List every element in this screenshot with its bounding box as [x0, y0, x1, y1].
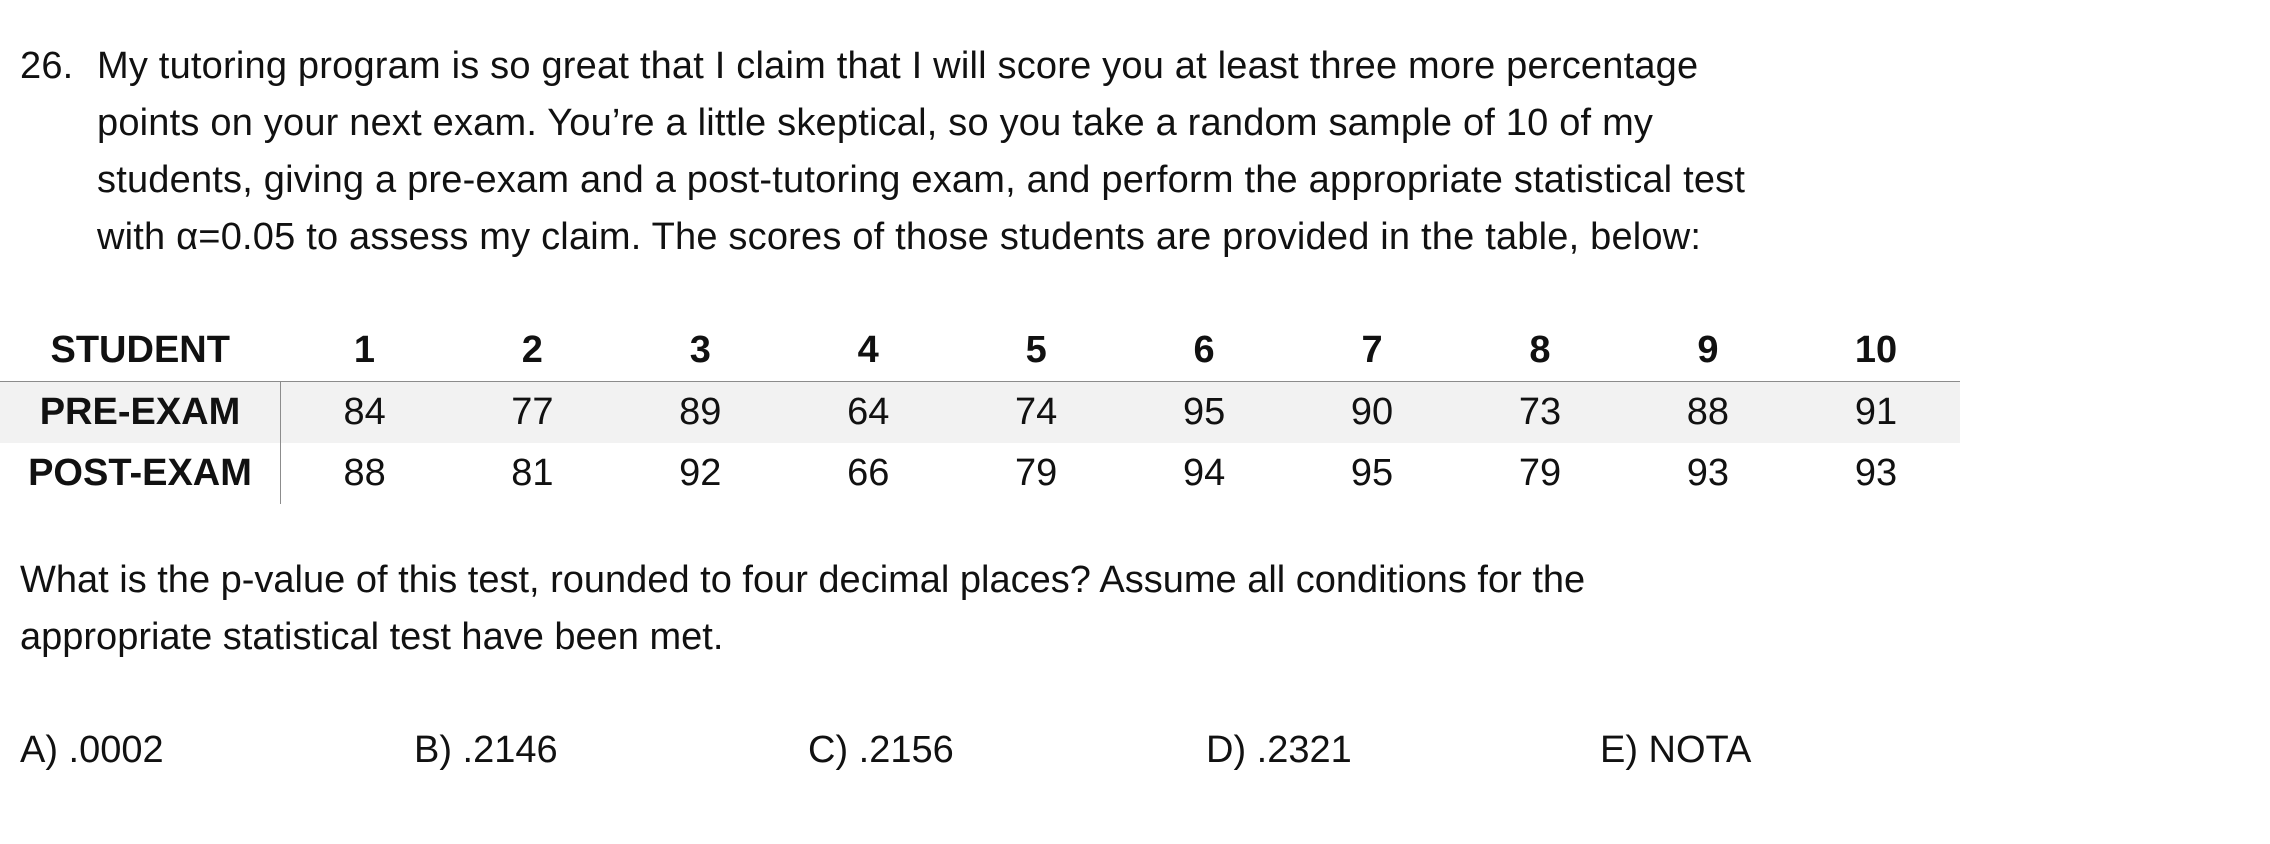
post-exam-score: 95 — [1350, 452, 1394, 494]
prompt-line: appropriate statistical test have been m… — [20, 616, 724, 658]
pre-exam-score: 84 — [343, 391, 386, 433]
post-exam-score: 79 — [1015, 452, 1058, 494]
answer-choice-d: D) .2321 — [1206, 729, 1352, 771]
answer-choice-a: A) .0002 — [20, 729, 164, 771]
post-exam-score: 81 — [511, 452, 554, 494]
answer-choice-c: C) .2156 — [808, 729, 954, 771]
post-exam-label: POST-EXAM — [0, 443, 281, 504]
post-exam-score: 92 — [679, 452, 722, 494]
student-number: 10 — [1854, 329, 1898, 371]
pre-exam-score: 90 — [1350, 391, 1394, 433]
student-header: STUDENT — [50, 329, 230, 371]
student-number: 9 — [1697, 329, 1719, 371]
table-row: PRE-EXAM 84 77 89 64 74 95 90 73 88 91 — [0, 381, 1960, 443]
pre-exam-score: 73 — [1518, 391, 1562, 433]
question-text-line: students, giving a pre-exam and a post-t… — [97, 159, 1746, 201]
student-number: 1 — [353, 329, 375, 371]
student-number: 7 — [1361, 329, 1383, 371]
question-text-line: with α=0.05 to assess my claim. The scor… — [97, 216, 1702, 258]
table-row: POST-EXAM 88 81 92 66 79 94 95 79 93 93 — [0, 443, 1960, 504]
pre-exam-label: PRE-EXAM — [0, 381, 281, 443]
question-prompt: What is the p-value of this test, rounde… — [20, 552, 1980, 666]
pre-exam-score: 91 — [1854, 391, 1898, 433]
pre-exam-score: 95 — [1182, 391, 1226, 433]
question-number: 26. — [20, 45, 74, 87]
table-header-row: STUDENT 1 2 3 4 5 6 7 8 9 10 — [0, 320, 1960, 382]
scores-table: STUDENT 1 2 3 4 5 6 7 8 9 10 PRE-EXAM 84… — [0, 320, 1960, 504]
post-exam-score: 88 — [343, 452, 386, 494]
pre-exam-score: 77 — [511, 391, 554, 433]
student-number: 4 — [857, 329, 879, 371]
pre-exam-score: 88 — [1686, 391, 1730, 433]
student-number: 6 — [1193, 329, 1215, 371]
student-number: 5 — [1025, 329, 1047, 371]
post-exam-score: 79 — [1518, 452, 1562, 494]
pre-exam-score: 89 — [679, 391, 722, 433]
question-text-line: My tutoring program is so great that I c… — [97, 45, 1699, 87]
post-exam-score: 93 — [1686, 452, 1730, 494]
post-exam-score: 94 — [1182, 452, 1226, 494]
question-text-line: points on your next exam. You’re a littl… — [97, 102, 1654, 144]
student-number: 2 — [521, 329, 543, 371]
prompt-line: What is the p-value of this test, rounde… — [20, 559, 1586, 601]
post-exam-score: 93 — [1854, 452, 1898, 494]
answer-choice-e: E) NOTA — [1600, 729, 1752, 771]
post-exam-score: 66 — [847, 452, 890, 494]
answer-choice-b: B) .2146 — [414, 729, 558, 771]
student-number: 8 — [1529, 329, 1551, 371]
pre-exam-score: 64 — [847, 391, 890, 433]
pre-exam-score: 74 — [1015, 391, 1058, 433]
student-number: 3 — [689, 329, 711, 371]
